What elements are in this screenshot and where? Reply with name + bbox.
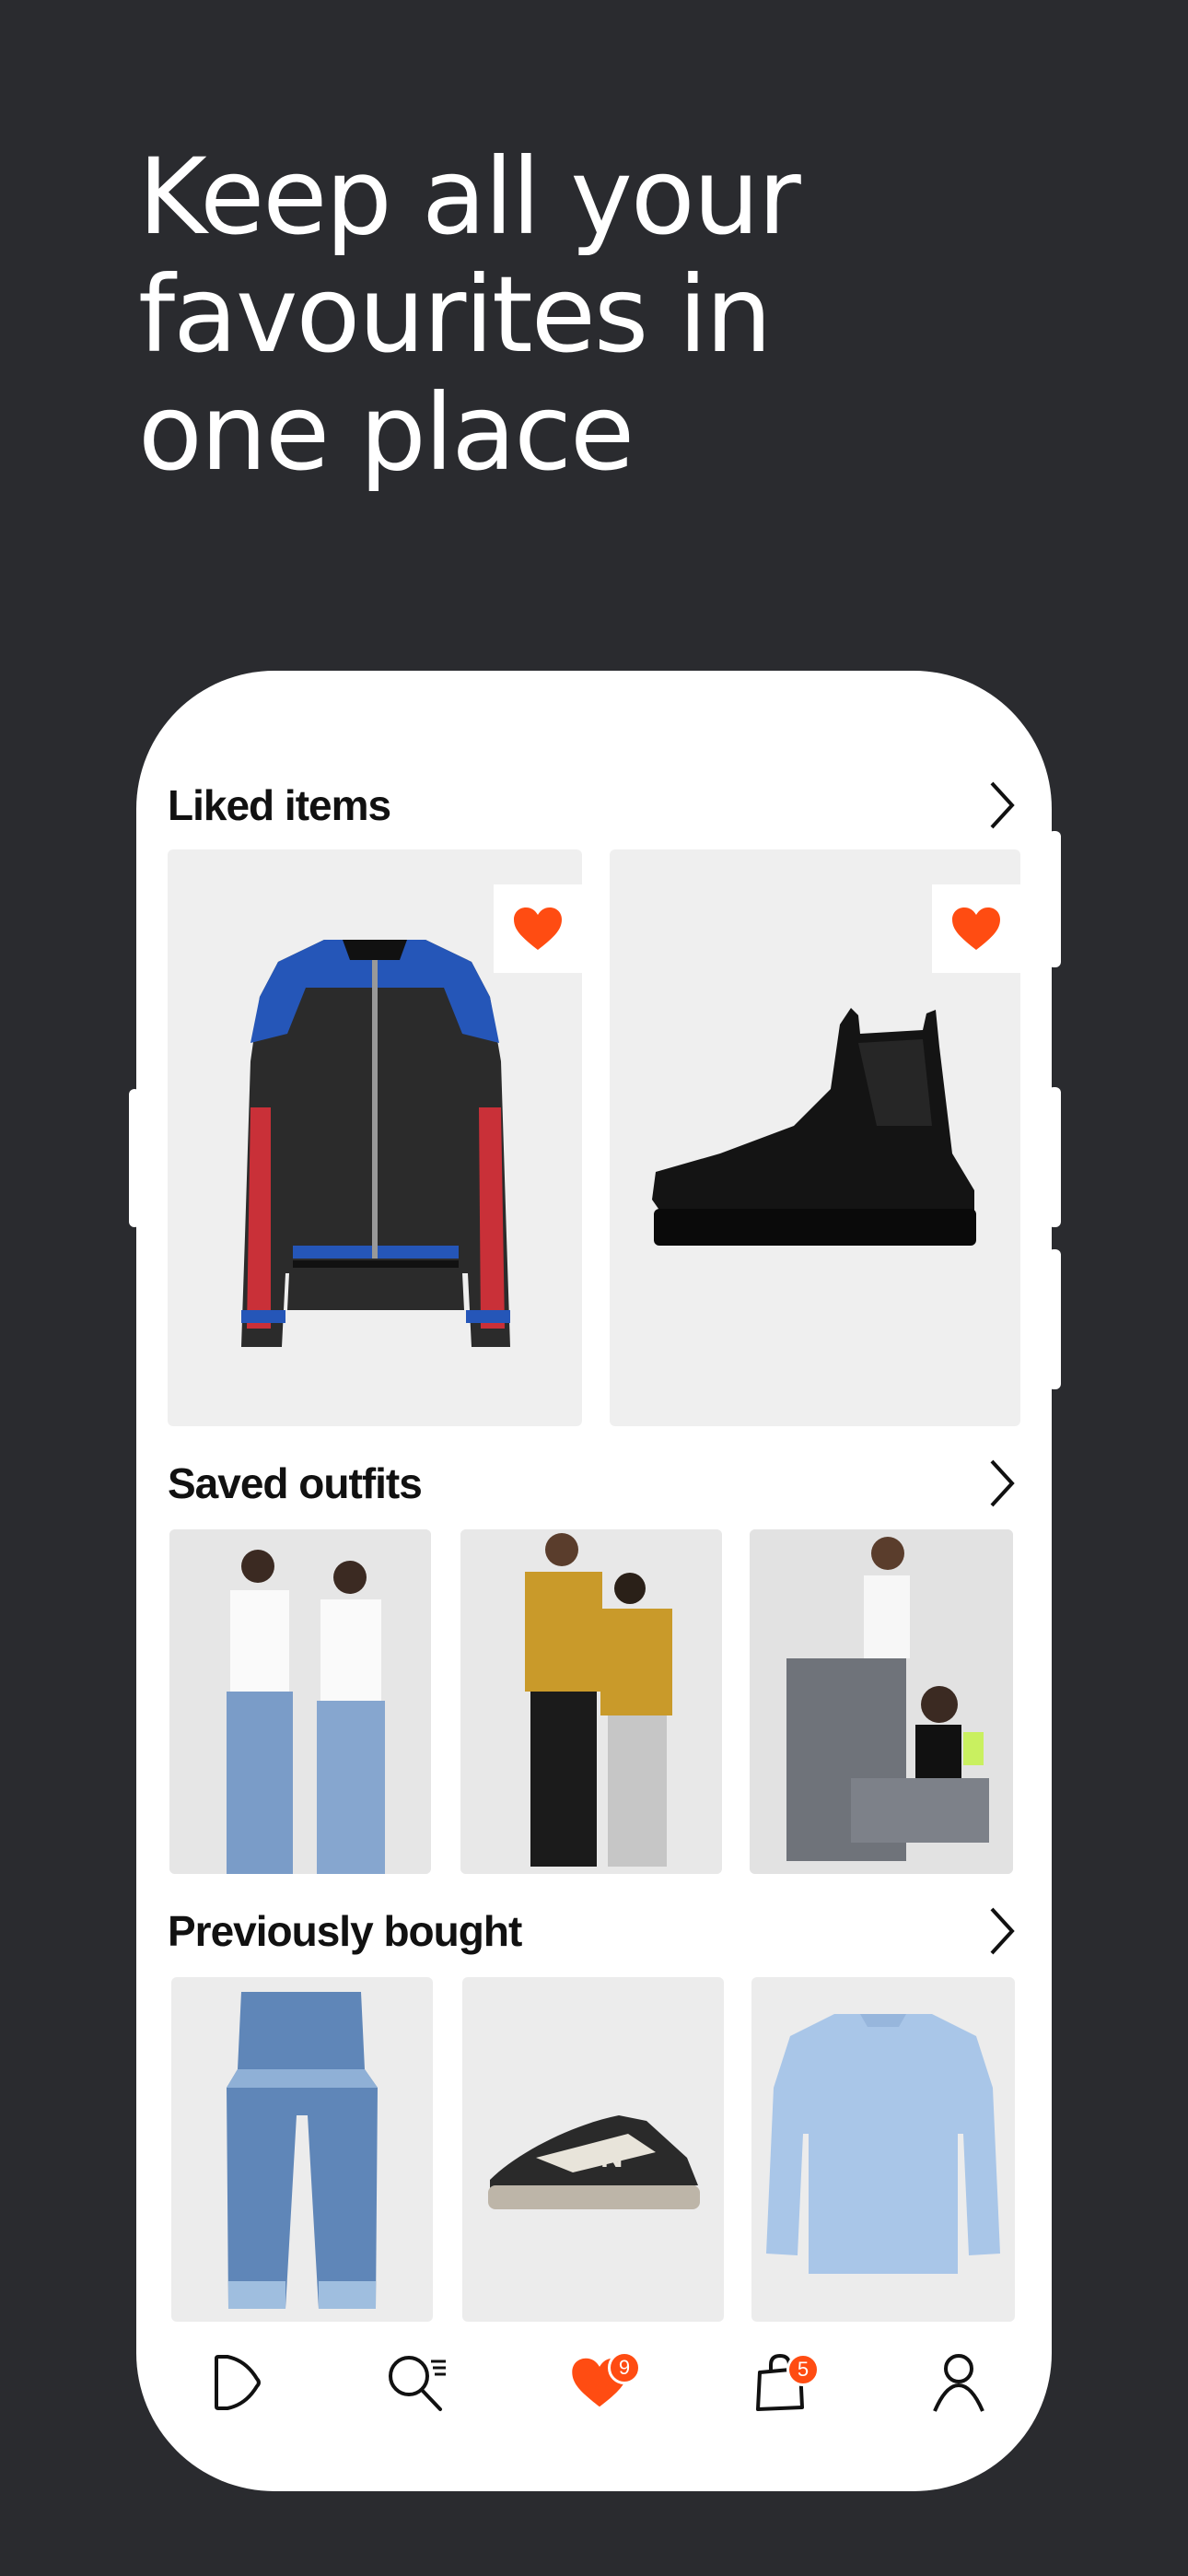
unlike-button[interactable]: [932, 884, 1020, 973]
jeans-image: [227, 1992, 378, 2309]
outfit-image: [750, 1529, 1013, 1874]
liked-item-jacket[interactable]: [168, 849, 582, 1426]
chevron-right-icon[interactable]: [984, 778, 1020, 833]
headline-line-1: Keep all your: [138, 135, 801, 258]
saved-outfits-title: Saved outfits: [168, 1459, 423, 1507]
chevron-right-icon[interactable]: [984, 1903, 1020, 1959]
chevron-right-icon[interactable]: [984, 1456, 1020, 1511]
liked-items-title: Liked items: [168, 781, 391, 829]
svg-text:N: N: [600, 2139, 623, 2174]
outfit-image: [460, 1529, 722, 1874]
user-icon: [933, 2354, 984, 2412]
tab-favourites[interactable]: 9: [549, 2335, 650, 2430]
previously-bought-header[interactable]: Previously bought: [168, 1903, 1020, 1959]
previously-bought-title: Previously bought: [168, 1907, 522, 1955]
liked-items-header[interactable]: Liked items: [168, 778, 1020, 833]
tab-bag[interactable]: 5: [729, 2335, 831, 2430]
sneaker-image: N: [488, 2115, 700, 2209]
play-icon: [215, 2355, 261, 2410]
heart-icon: [952, 907, 1000, 950]
tab-profile[interactable]: [908, 2335, 1009, 2430]
headline-line-3: one place: [138, 371, 635, 494]
sweatshirt-image: [766, 2014, 1000, 2274]
saved-outfits-header[interactable]: Saved outfits: [168, 1456, 1020, 1511]
heart-icon: [514, 907, 562, 950]
bought-item-sneaker[interactable]: N: [462, 1977, 724, 2322]
headline-line-2: favourites in: [138, 253, 772, 376]
bottom-tab-bar: 9 5: [136, 2335, 1052, 2430]
bought-item-sweatshirt[interactable]: [751, 1977, 1015, 2322]
page-headline: Keep all your favourites in one place: [138, 138, 967, 492]
bag-count-badge: 5: [786, 2353, 820, 2386]
tab-search[interactable]: [367, 2335, 468, 2430]
favourites-count-badge: 9: [608, 2351, 641, 2384]
saved-outfit-2[interactable]: [460, 1529, 722, 1874]
unlike-button[interactable]: [494, 884, 582, 973]
saved-outfit-3[interactable]: [750, 1529, 1013, 1874]
phone-screen: Liked items Saved outfits Previously bou…: [136, 671, 1052, 2491]
saved-outfit-1[interactable]: [169, 1529, 431, 1874]
liked-item-boot[interactable]: [610, 849, 1020, 1426]
search-icon: [389, 2356, 446, 2411]
tab-home[interactable]: [186, 2335, 287, 2430]
outfit-image: [169, 1529, 431, 1874]
bought-item-jeans[interactable]: [171, 1977, 433, 2322]
